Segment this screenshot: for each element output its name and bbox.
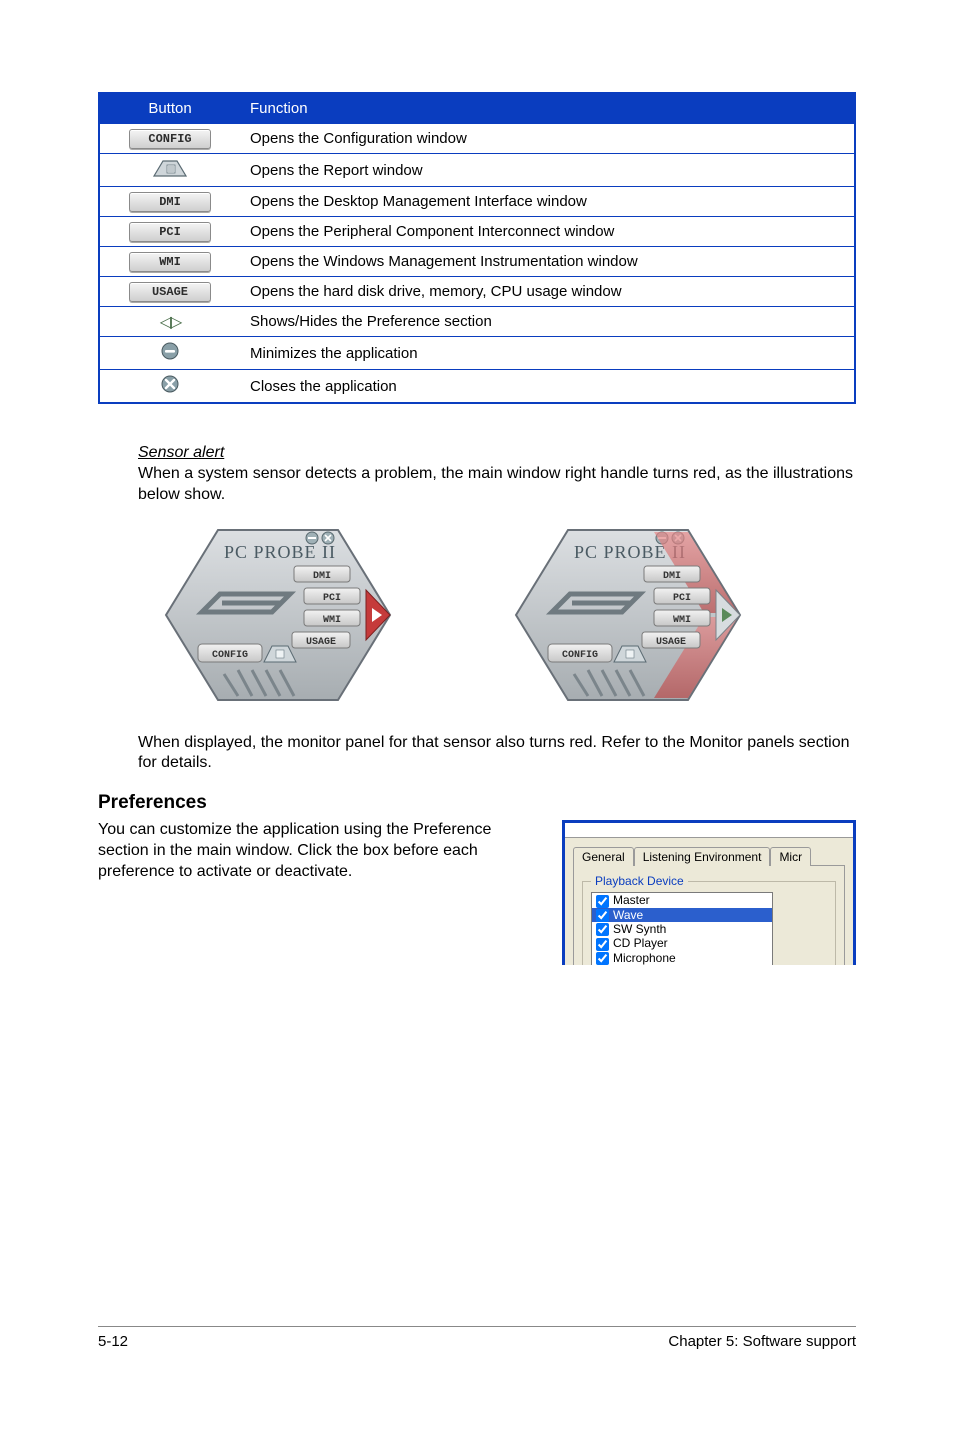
pc-probe-panel-redstripes: PC PROBE II DMI PCI WMI USAGE bbox=[508, 520, 748, 715]
sensor-alert-heading: Sensor alert bbox=[138, 444, 856, 462]
usage-button-icon: USAGE bbox=[129, 282, 211, 302]
preferences-panel: General Listening Environment Micr Playb… bbox=[562, 820, 856, 965]
preferences-text: You can customize the application using … bbox=[98, 820, 532, 882]
sensor-alert-text: When a system sensor detects a problem, … bbox=[138, 464, 856, 506]
table-row: ◁▷ Shows/Hides the Preference section bbox=[99, 307, 855, 337]
close-icon bbox=[160, 374, 180, 398]
svg-text:CONFIG: CONFIG bbox=[212, 650, 248, 661]
minimize-icon bbox=[160, 341, 180, 365]
table-row: USAGE Opens the hard disk drive, memory,… bbox=[99, 277, 855, 307]
checkbox-swsynth[interactable] bbox=[596, 923, 609, 936]
pc-probe-panel-alert: PC PROBE II DMI PCI WMI USAGE bbox=[158, 520, 398, 715]
dmi-label: DMI bbox=[313, 571, 331, 582]
tab-micr[interactable]: Micr bbox=[770, 847, 811, 866]
function-text: Closes the application bbox=[240, 370, 855, 404]
function-text: Opens the Peripheral Component Interconn… bbox=[240, 217, 855, 247]
function-text: Minimizes the application bbox=[240, 337, 855, 370]
col-header-function: Function bbox=[240, 93, 855, 124]
list-item: Wave bbox=[592, 908, 772, 922]
page-number: 5-12 bbox=[98, 1333, 128, 1350]
checkbox-cdplayer[interactable] bbox=[596, 938, 609, 951]
svg-text:PCI: PCI bbox=[673, 593, 691, 604]
checkbox-wave[interactable] bbox=[596, 909, 609, 922]
function-text: Shows/Hides the Preference section bbox=[240, 307, 855, 337]
chapter-label: Chapter 5: Software support bbox=[668, 1333, 856, 1350]
svg-text:WMI: WMI bbox=[323, 615, 341, 626]
sensor-alert-text-2: When displayed, the monitor panel for th… bbox=[138, 733, 856, 775]
playback-device-legend: Playback Device bbox=[591, 874, 688, 888]
report-tab-icon bbox=[153, 158, 187, 178]
function-text: Opens the Windows Management Instrumenta… bbox=[240, 247, 855, 277]
list-item: CD Player bbox=[592, 936, 772, 950]
list-item: Microphone bbox=[592, 951, 772, 965]
playback-device-listbox[interactable]: Master Wave SW Synth CD Player Microphon… bbox=[591, 892, 773, 965]
svg-text:CONFIG: CONFIG bbox=[562, 650, 598, 661]
function-text: Opens the hard disk drive, memory, CPU u… bbox=[240, 277, 855, 307]
svg-text:DMI: DMI bbox=[663, 571, 681, 582]
preferences-heading: Preferences bbox=[98, 792, 856, 814]
svg-text:WMI: WMI bbox=[673, 615, 691, 626]
function-text: Opens the Report window bbox=[240, 154, 855, 187]
wmi-button-icon: WMI bbox=[129, 252, 211, 272]
table-row: Opens the Report window bbox=[99, 154, 855, 187]
table-row: CONFIG Opens the Configuration window bbox=[99, 124, 855, 154]
svg-text:PCI: PCI bbox=[323, 593, 341, 604]
table-row: Minimizes the application bbox=[99, 337, 855, 370]
table-row: PCI Opens the Peripheral Component Inter… bbox=[99, 217, 855, 247]
dmi-button-icon: DMI bbox=[129, 192, 211, 212]
tab-general[interactable]: General bbox=[573, 847, 634, 866]
table-row: DMI Opens the Desktop Management Interfa… bbox=[99, 187, 855, 217]
list-item: Master bbox=[592, 893, 772, 907]
function-text: Opens the Configuration window bbox=[240, 124, 855, 154]
svg-text:PC PROBE II: PC PROBE II bbox=[224, 542, 336, 562]
arrows-icon: ◁▷ bbox=[160, 312, 181, 332]
checkbox-microphone[interactable] bbox=[596, 952, 609, 965]
config-button-icon: CONFIG bbox=[129, 129, 211, 149]
checkbox-master[interactable] bbox=[596, 895, 609, 908]
col-header-button: Button bbox=[99, 93, 240, 124]
pci-button-icon: PCI bbox=[129, 222, 211, 242]
buttons-function-table: Button Function CONFIG Opens the Configu… bbox=[98, 92, 856, 404]
list-item: SW Synth bbox=[592, 922, 772, 936]
svg-text:USAGE: USAGE bbox=[306, 637, 336, 648]
table-row: WMI Opens the Windows Management Instrum… bbox=[99, 247, 855, 277]
function-text: Opens the Desktop Management Interface w… bbox=[240, 187, 855, 217]
tab-listening-environment[interactable]: Listening Environment bbox=[634, 847, 771, 866]
svg-text:USAGE: USAGE bbox=[656, 637, 686, 648]
table-row: Closes the application bbox=[99, 370, 855, 404]
